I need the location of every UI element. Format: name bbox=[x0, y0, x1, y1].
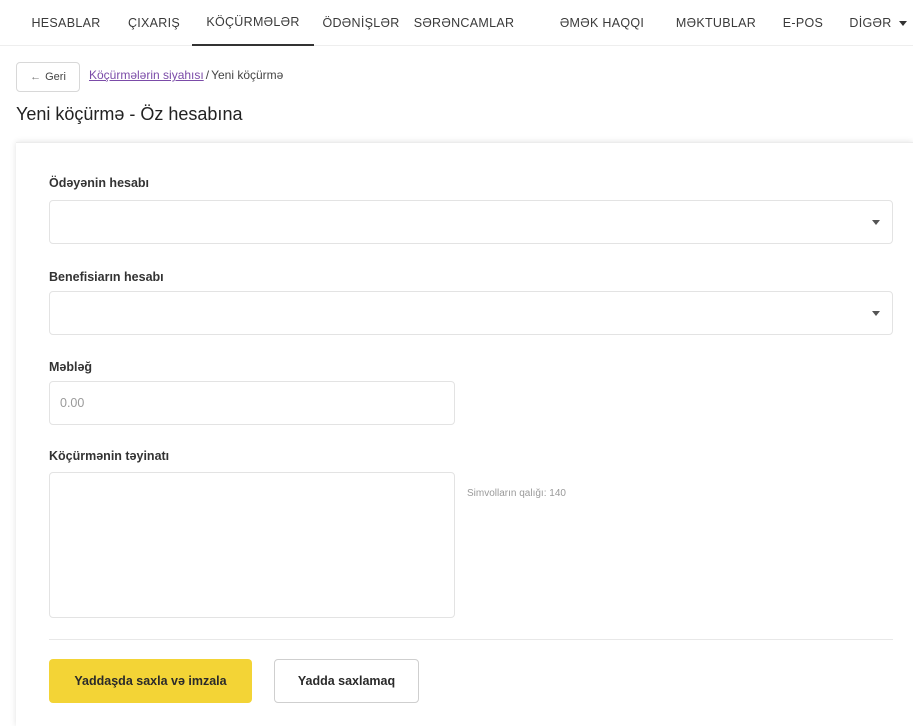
page-title: Yeni köçürmə - Öz hesabına bbox=[16, 104, 243, 124]
purpose-textarea[interactable] bbox=[49, 472, 455, 618]
top-navigation: HESABLAR ÇIXARIŞ KÖÇÜRMƏLƏR ÖDƏNİŞLƏR SƏ… bbox=[0, 0, 913, 46]
beneficiary-account-select[interactable] bbox=[49, 291, 893, 335]
amount-input[interactable] bbox=[49, 381, 455, 425]
caret-down-icon bbox=[898, 20, 907, 26]
payer-account-label: Ödəyənin hesabı bbox=[49, 176, 150, 190]
tab-serencamlar[interactable]: SƏRƏNCAMLAR bbox=[410, 0, 518, 46]
payer-account-select[interactable] bbox=[49, 200, 893, 244]
tab-cixaris[interactable]: ÇIXARIŞ bbox=[124, 0, 184, 46]
tab-hesablar[interactable]: HESABLAR bbox=[26, 0, 106, 46]
chevron-down-icon bbox=[872, 311, 880, 316]
tab-kocurmeler[interactable]: KÖÇÜRMƏLƏR bbox=[192, 0, 314, 46]
back-button[interactable]: ← Geri bbox=[16, 62, 80, 92]
save-and-sign-button[interactable]: Yaddaşda saxla və imzala bbox=[49, 659, 252, 703]
purpose-label: Köçürmənin təyinatı bbox=[49, 449, 170, 463]
tab-e-pos[interactable]: E-POS bbox=[778, 0, 828, 46]
breadcrumb-link-transfers[interactable]: Köçürmələrin siyahısı bbox=[89, 68, 204, 82]
breadcrumb: Köçürmələrin siyahısı / Yeni köçürmə bbox=[89, 68, 283, 82]
chevron-down-icon bbox=[872, 220, 880, 225]
tab-diger[interactable]: DİGƏR bbox=[846, 0, 910, 46]
tab-odenisler[interactable]: ÖDƏNİŞLƏR bbox=[320, 0, 402, 46]
tab-emek-haqqi[interactable]: ƏMƏK HAQQI bbox=[556, 0, 648, 46]
form-divider bbox=[49, 639, 893, 640]
arrow-left-icon: ← bbox=[30, 71, 42, 83]
transfer-form-card: Ödəyənin hesabı Benefisiarın hesabı Məbl… bbox=[16, 142, 913, 726]
tab-mektublar[interactable]: MƏKTUBLAR bbox=[670, 0, 762, 46]
amount-label: Məbləğ bbox=[49, 360, 93, 374]
back-button-label: Geri bbox=[45, 71, 66, 83]
tab-diger-label: DİGƏR bbox=[849, 16, 892, 30]
save-button[interactable]: Yadda saxlamaq bbox=[274, 659, 419, 703]
breadcrumb-separator: / bbox=[205, 68, 210, 82]
chars-remaining-counter: Simvolların qalığı: 140 bbox=[467, 488, 566, 499]
beneficiary-account-label: Benefisiarın hesabı bbox=[49, 270, 164, 284]
breadcrumb-current: Yeni köçürmə bbox=[211, 68, 284, 82]
